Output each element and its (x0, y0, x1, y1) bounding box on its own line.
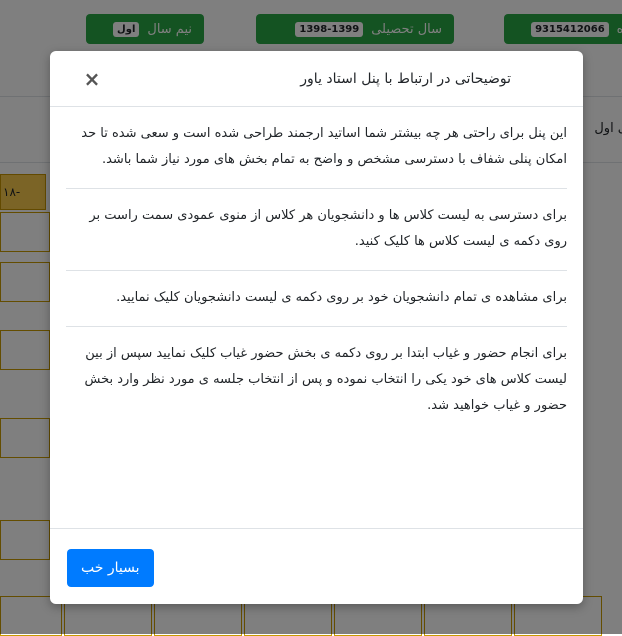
modal-footer: بسیار خب (50, 528, 583, 604)
help-paragraph: برای دسترسی به لیست کلاس ها و دانشجویان … (66, 189, 567, 271)
help-paragraph: برای مشاهده ی تمام دانشجویان خود بر روی … (66, 271, 567, 327)
help-modal: توضیحاتی در ارتباط با پنل استاد یاور × ا… (50, 51, 583, 604)
modal-title: توضیحاتی در ارتباط با پنل استاد یاور (300, 71, 511, 87)
help-paragraph: برای انجام حضور و غیاب ابتدا بر روی دکمه… (84, 346, 568, 413)
ok-button[interactable]: بسیار خب (67, 549, 154, 587)
close-icon[interactable]: × (80, 67, 104, 91)
modal-body: این پنل برای راحتی هر چه بیشتر شما اساتی… (50, 107, 583, 434)
modal-header: توضیحاتی در ارتباط با پنل استاد یاور × (50, 51, 583, 107)
help-paragraph: این پنل برای راحتی هر چه بیشتر شما اساتی… (66, 107, 567, 189)
